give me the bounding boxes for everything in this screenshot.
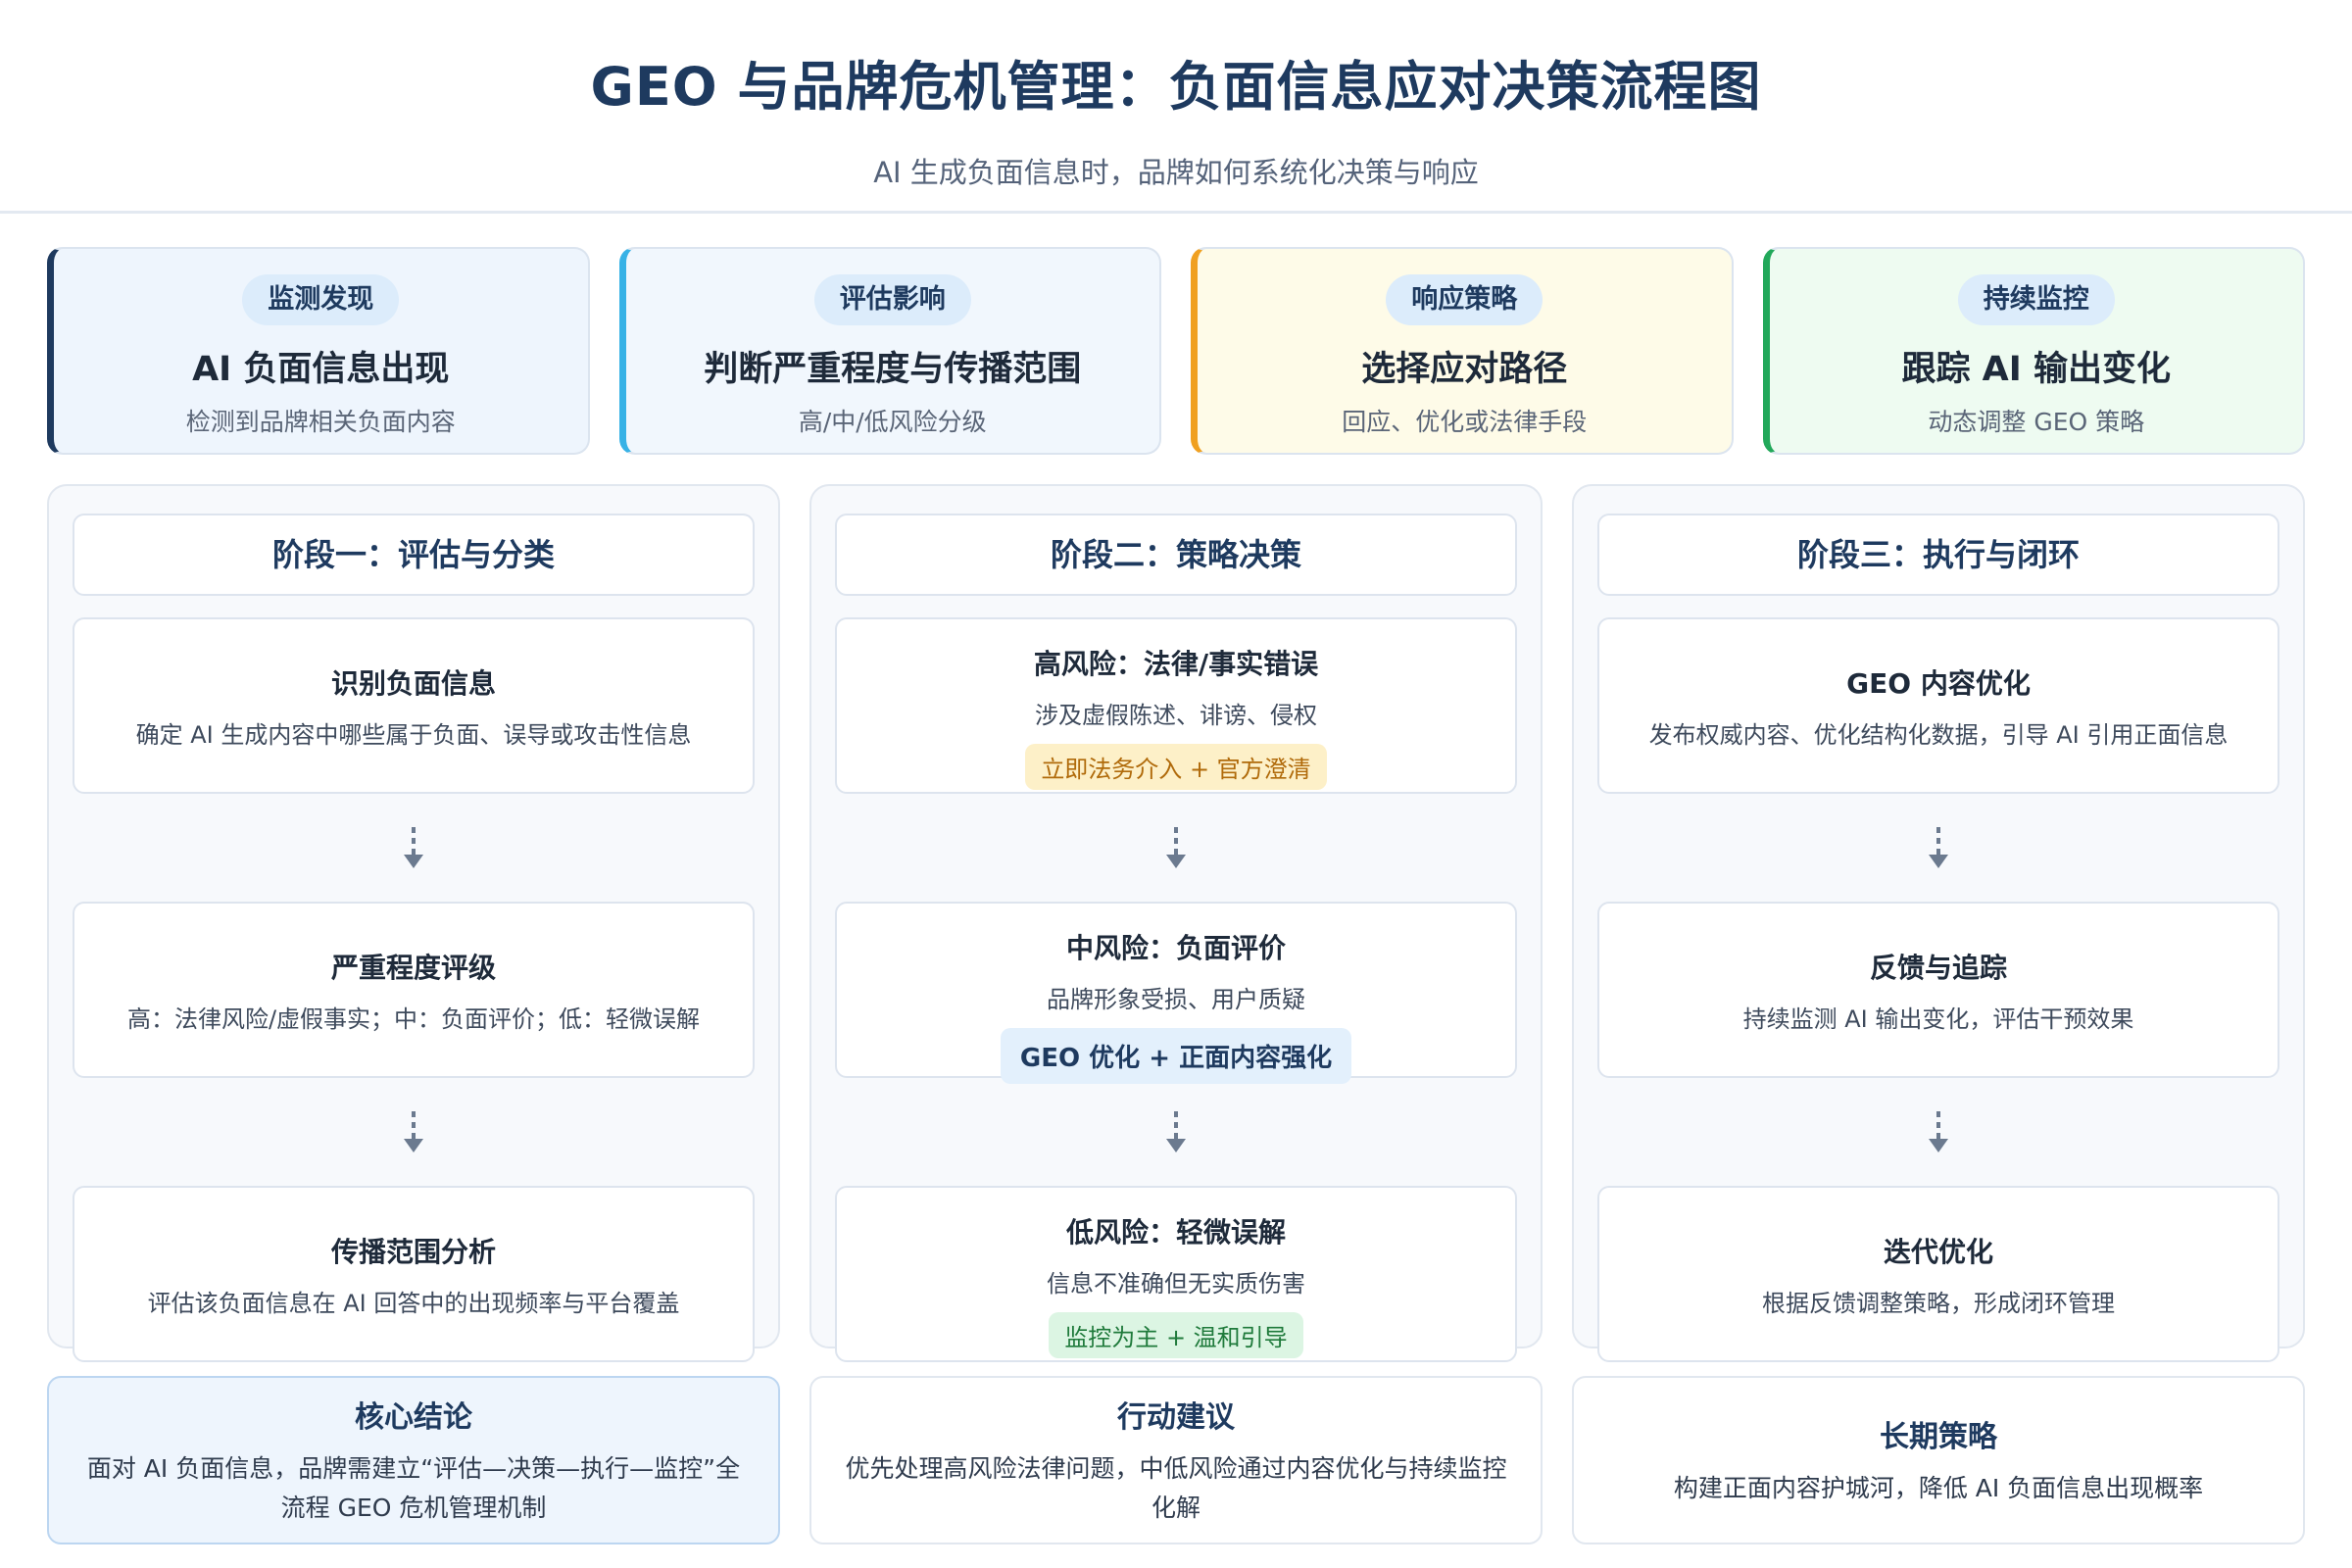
step-card-mid-risk: 中风险：负面评价 品牌形象受损、用户质疑 GEO 优化 + 正面内容强化 (835, 902, 1517, 1084)
step-desc: 高：法律风险/虚假事实；中：负面评价；低：轻微误解 (126, 1004, 701, 1033)
step-card: GEO 内容优化 发布权威内容、优化结构化数据，引导 AI 引用正面信息 (1597, 617, 2279, 794)
stage-card-track: 持续监控 跟踪 AI 输出变化 动态调整 GEO 策略 (1762, 247, 2305, 455)
step-desc: 确定 AI 生成内容中哪些属于负面、误导或攻击性信息 (135, 720, 692, 749)
action-tag-low: 监控为主 + 温和引导 (1049, 1312, 1303, 1358)
stage-title: AI 负面信息出现 (192, 350, 450, 389)
summary-card-core: 核心结论 面对 AI 负面信息，品牌需建立“评估—决策—执行—监控”全流程 GE… (47, 1376, 780, 1544)
action-tag-high: 立即法务介入 + 官方澄清 (1025, 744, 1327, 790)
stage-badge: 评估影响 (813, 274, 971, 325)
phase-header: 阶段二：策略决策 (835, 514, 1517, 596)
step-desc: 持续监测 AI 输出变化，评估干预效果 (1742, 1004, 2134, 1033)
stage-desc: 检测到品牌相关负面内容 (185, 408, 456, 436)
stage-badge: 监测发现 (242, 274, 400, 325)
step-title: 传播范围分析 (330, 1235, 496, 1268)
phase-columns: 阶段一：评估与分类 识别负面信息 确定 AI 生成内容中哪些属于负面、误导或攻击… (47, 484, 2305, 1362)
stage-desc: 高/中/低风险分级 (798, 408, 987, 436)
arrow-down-icon (1597, 815, 2279, 880)
summary-text: 优先处理高风险法律问题，中低风险通过内容优化与持续监控化解 (845, 1454, 1507, 1522)
phase-column-1: 阶段一：评估与分类 识别负面信息 确定 AI 生成内容中哪些属于负面、误导或攻击… (47, 484, 780, 1362)
page-subtitle: AI 生成负面信息时，品牌如何系统化决策与响应 (873, 156, 1479, 189)
step-title: 迭代优化 (1883, 1235, 1993, 1268)
step-card: 迭代优化 根据反馈调整策略，形成闭环管理 (1597, 1186, 2279, 1362)
step-desc: 根据反馈调整策略，形成闭环管理 (1762, 1289, 2115, 1317)
step-title: 中风险：负面评价 (1065, 932, 1286, 964)
step-title: GEO 内容优化 (1846, 666, 2031, 700)
step-desc: 信息不准确但无实质伤害 (1047, 1270, 1305, 1298)
summary-row: 核心结论 面对 AI 负面信息，品牌需建立“评估—决策—执行—监控”全流程 GE… (47, 1376, 2305, 1544)
phase-column-3: 阶段三：执行与闭环 GEO 内容优化 发布权威内容、优化结构化数据，引导 AI … (1572, 484, 2305, 1362)
step-title: 高风险：法律/事实错误 (1033, 648, 1319, 680)
stage-card-respond: 响应策略 选择应对路径 回应、优化或法律手段 (1191, 247, 1734, 455)
stage-card-monitor: 监测发现 AI 负面信息出现 检测到品牌相关负面内容 (47, 247, 590, 455)
header: GEO 与品牌危机管理：负面信息应对决策流程图 AI 生成负面信息时，品牌如何系… (0, 0, 2352, 214)
step-title: 低风险：轻微误解 (1065, 1216, 1286, 1249)
summary-card-longterm: 长期策略 构建正面内容护城河，降低 AI 负面信息出现概率 (1572, 1376, 2305, 1544)
arrow-down-icon (835, 815, 1517, 880)
summary-card-action: 行动建议 优先处理高风险法律问题，中低风险通过内容优化与持续监控化解 (809, 1376, 1543, 1544)
phase-column-2: 阶段二：策略决策 高风险：法律/事实错误 涉及虚假陈述、诽谤、侵权 立即法务介入… (809, 484, 1543, 1362)
step-desc: 品牌形象受损、用户质疑 (1047, 986, 1305, 1013)
step-title: 反馈与追踪 (1869, 951, 2007, 984)
summary-text: 构建正面内容护城河，降低 AI 负面信息出现概率 (1673, 1474, 2204, 1502)
summary-title: 长期策略 (1880, 1420, 1997, 1454)
action-tag-mid: GEO 优化 + 正面内容强化 (1000, 1028, 1352, 1084)
phase-header: 阶段三：执行与闭环 (1597, 514, 2279, 596)
step-desc: 涉及虚假陈述、诽谤、侵权 (1035, 702, 1317, 729)
stage-overview: 监测发现 AI 负面信息出现 检测到品牌相关负面内容 评估影响 判断严重程度与传… (47, 247, 2305, 455)
stage-desc: 回应、优化或法律手段 (1342, 408, 1588, 436)
summary-title: 核心结论 (355, 1400, 472, 1435)
step-card-high-risk: 高风险：法律/事实错误 涉及虚假陈述、诽谤、侵权 立即法务介入 + 官方澄清 (835, 617, 1517, 794)
page-title: GEO 与品牌危机管理：负面信息应对决策流程图 (590, 56, 1762, 118)
stage-card-assess: 评估影响 判断严重程度与传播范围 高/中/低风险分级 (618, 247, 1161, 455)
step-desc: 评估该负面信息在 AI 回答中的出现频率与平台覆盖 (147, 1289, 680, 1317)
step-card-low-risk: 低风险：轻微误解 信息不准确但无实质伤害 监控为主 + 温和引导 (835, 1186, 1517, 1362)
arrow-down-icon (73, 1100, 755, 1164)
summary-text: 面对 AI 负面信息，品牌需建立“评估—决策—执行—监控”全流程 GEO 危机管… (86, 1454, 741, 1522)
step-desc: 发布权威内容、优化结构化数据，引导 AI 引用正面信息 (1648, 720, 2229, 749)
arrow-down-icon (1597, 1100, 2279, 1164)
step-card: 反馈与追踪 持续监测 AI 输出变化，评估干预效果 (1597, 902, 2279, 1078)
summary-title: 行动建议 (1117, 1400, 1235, 1435)
step-card: 严重程度评级 高：法律风险/虚假事实；中：负面评价；低：轻微误解 (73, 902, 755, 1078)
stage-title: 跟踪 AI 输出变化 (1901, 350, 2171, 389)
phase-header: 阶段一：评估与分类 (73, 514, 755, 596)
step-title: 识别负面信息 (330, 666, 496, 700)
stage-badge: 响应策略 (1386, 274, 1544, 325)
stage-title: 判断严重程度与传播范围 (704, 350, 1082, 389)
arrow-down-icon (73, 815, 755, 880)
stage-desc: 动态调整 GEO 策略 (1928, 408, 2145, 436)
step-card: 识别负面信息 确定 AI 生成内容中哪些属于负面、误导或攻击性信息 (73, 617, 755, 794)
step-title: 严重程度评级 (330, 951, 496, 984)
stage-badge: 持续监控 (1957, 274, 2115, 325)
step-card: 传播范围分析 评估该负面信息在 AI 回答中的出现频率与平台覆盖 (73, 1186, 755, 1362)
arrow-down-icon (835, 1100, 1517, 1164)
stage-title: 选择应对路径 (1361, 350, 1568, 389)
